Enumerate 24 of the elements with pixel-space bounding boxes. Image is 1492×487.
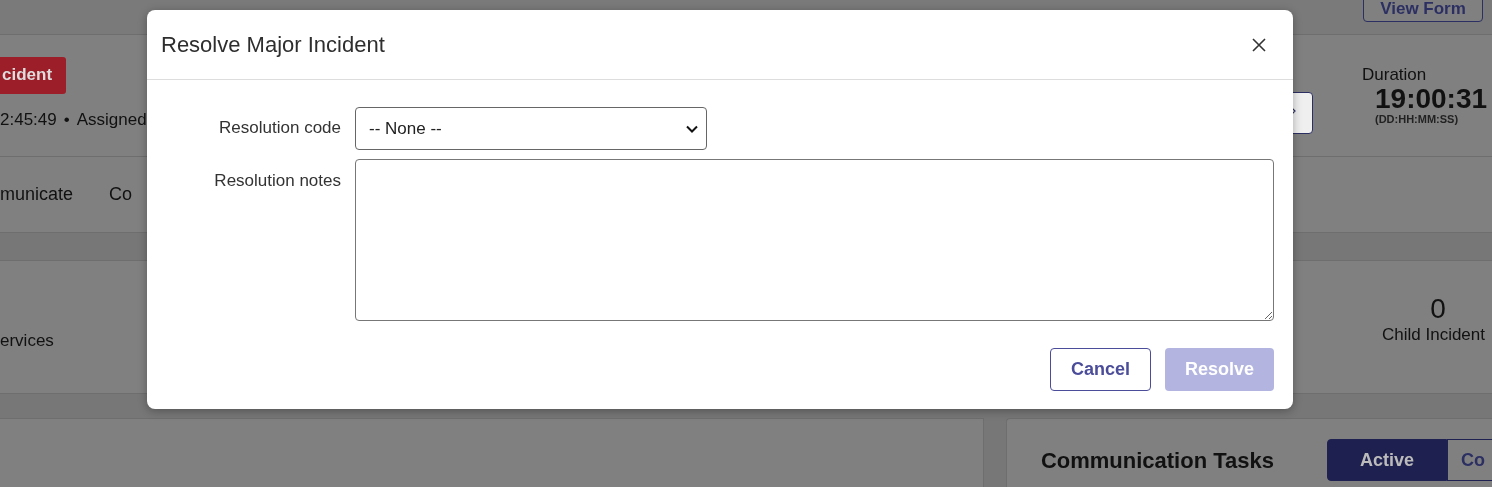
field-label: Resolution code [218,118,341,138]
meta-text: 2:45:49 [0,110,57,130]
duration-label: Duration [1362,65,1428,85]
status-badge: cident [0,57,67,94]
card-title: Communication Tasks [1040,448,1274,474]
cancel-button[interactable]: Cancel [1049,348,1151,391]
view-form-button[interactable]: View Form [1363,0,1483,22]
stat-value: 0 [1430,293,1446,325]
close-icon [1252,37,1266,52]
nav-tab[interactable]: municate [0,183,74,205]
dialog-title: Resolve Major Incident [161,31,385,58]
meta-text: • [63,110,70,130]
notes-field[interactable] [355,159,1274,321]
select-field[interactable]: -- None -- [355,107,707,150]
duration-unit: (DD:HH:MM:SS) [1375,113,1460,125]
field-label: Resolution notes [213,171,341,191]
toggle-button[interactable]: Active [1326,439,1447,481]
duration-value: 19:00:31 [1375,85,1489,113]
stat-label: Child Incident [1382,325,1485,345]
nav-tab[interactable]: Co [109,183,133,205]
toggle-button[interactable]: Co [1447,439,1492,481]
stat-label: ervices [0,331,54,350]
meta-text: Assigned [76,110,147,130]
chevron-down-icon [686,124,698,133]
